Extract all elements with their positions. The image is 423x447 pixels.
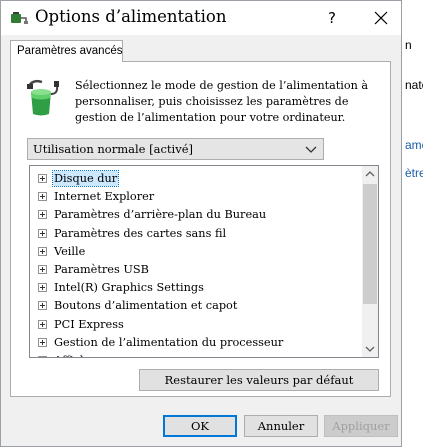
chevron-down-icon [305, 146, 317, 153]
tree-item[interactable]: PCI Express [30, 316, 363, 334]
tab-label: Paramètres avancés [17, 45, 123, 57]
cancel-button[interactable]: Annuler [244, 415, 318, 437]
tree-item[interactable]: Intel(R) Graphics Settings [30, 279, 363, 297]
tree-item-label: PCI Express [54, 317, 124, 331]
settings-tree[interactable]: Disque dur Internet Explorer Paramètres d’… [29, 165, 379, 358]
tree-item[interactable]: Gestion de l’alimentation du processeur [30, 334, 363, 352]
apply-button[interactable]: Appliquer [324, 415, 398, 437]
expand-plus-icon[interactable] [38, 192, 47, 202]
description-text: Sélectionnez le mode de gestion de l’ali… [75, 79, 369, 124]
title-bar[interactable]: Options d’alimentation ? [1, 1, 401, 35]
expand-plus-icon[interactable] [38, 337, 47, 347]
tree-item-label: Paramètres d’arrière-plan du Bureau [54, 208, 267, 222]
tree-item[interactable]: Disque dur [30, 170, 363, 188]
expand-plus-icon[interactable] [38, 283, 47, 293]
tree-item-label: Disque dur [51, 170, 120, 187]
help-button[interactable]: ? [319, 6, 345, 30]
tree-item-label: Intel(R) Graphics Settings [54, 281, 204, 295]
scroll-down-button[interactable] [362, 340, 378, 357]
expand-plus-icon[interactable] [38, 319, 47, 329]
power-plan-select-value: Utilisation normale [activé] [33, 142, 193, 156]
restore-defaults-button[interactable]: Restaurer les valeurs par défaut [139, 369, 379, 391]
tree-item[interactable]: Affichage [30, 352, 363, 357]
window-title: Options d’alimentation [35, 7, 227, 26]
tree-item-label: Internet Explorer [54, 190, 155, 204]
expand-plus-icon[interactable] [38, 174, 47, 183]
battery-plug-icon [27, 79, 59, 116]
tree-item[interactable]: Internet Explorer [30, 188, 363, 206]
chevron-down-icon [365, 346, 375, 352]
close-button[interactable] [366, 6, 396, 30]
tree-item-label: Affichage [53, 353, 109, 357]
background-link[interactable]: amètr [405, 138, 423, 152]
expand-plus-icon[interactable] [38, 246, 47, 256]
tree-item[interactable]: Paramètres USB [30, 261, 363, 279]
vertical-scrollbar[interactable] [362, 166, 378, 357]
expand-plus-icon[interactable] [38, 301, 47, 311]
close-icon [374, 11, 388, 25]
background-link[interactable]: ètre [405, 166, 423, 180]
ok-button[interactable]: OK [163, 415, 237, 437]
power-plan-select[interactable]: Utilisation normale [activé] [27, 138, 324, 160]
expand-plus-icon[interactable] [38, 210, 47, 220]
tree-item-label: Gestion de l’alimentation du processeur [54, 335, 284, 349]
scroll-up-button[interactable] [362, 166, 378, 183]
expand-plus-icon[interactable] [38, 265, 47, 274]
background-text: n [405, 38, 412, 52]
scroll-thumb[interactable] [363, 184, 377, 304]
tree-item-label: Paramètres des cartes sans fil [54, 226, 227, 240]
background-window: n nate amètr ètre [400, 0, 423, 447]
tree-item[interactable]: Paramètres d’arrière-plan du Bureau [30, 206, 363, 224]
tree-item-label: Boutons d’alimentation et capot [54, 299, 238, 313]
tree-item-label: Veille [54, 244, 86, 258]
tree-item[interactable]: Veille [30, 243, 363, 261]
tab-advanced-settings[interactable]: Paramètres avancés [10, 40, 123, 62]
expand-plus-icon[interactable] [38, 356, 47, 357]
chevron-up-icon [365, 171, 375, 177]
expand-plus-icon[interactable] [38, 228, 47, 238]
tree-item-label: Paramètres USB [54, 263, 149, 276]
tree-item[interactable]: Boutons d’alimentation et capot [30, 297, 363, 315]
tree-item[interactable]: Paramètres des cartes sans fil [30, 225, 363, 243]
power-options-icon [11, 12, 28, 24]
background-text: nate [405, 78, 423, 92]
settings-tree-items: Disque dur Internet Explorer Paramètres d’… [30, 166, 363, 357]
